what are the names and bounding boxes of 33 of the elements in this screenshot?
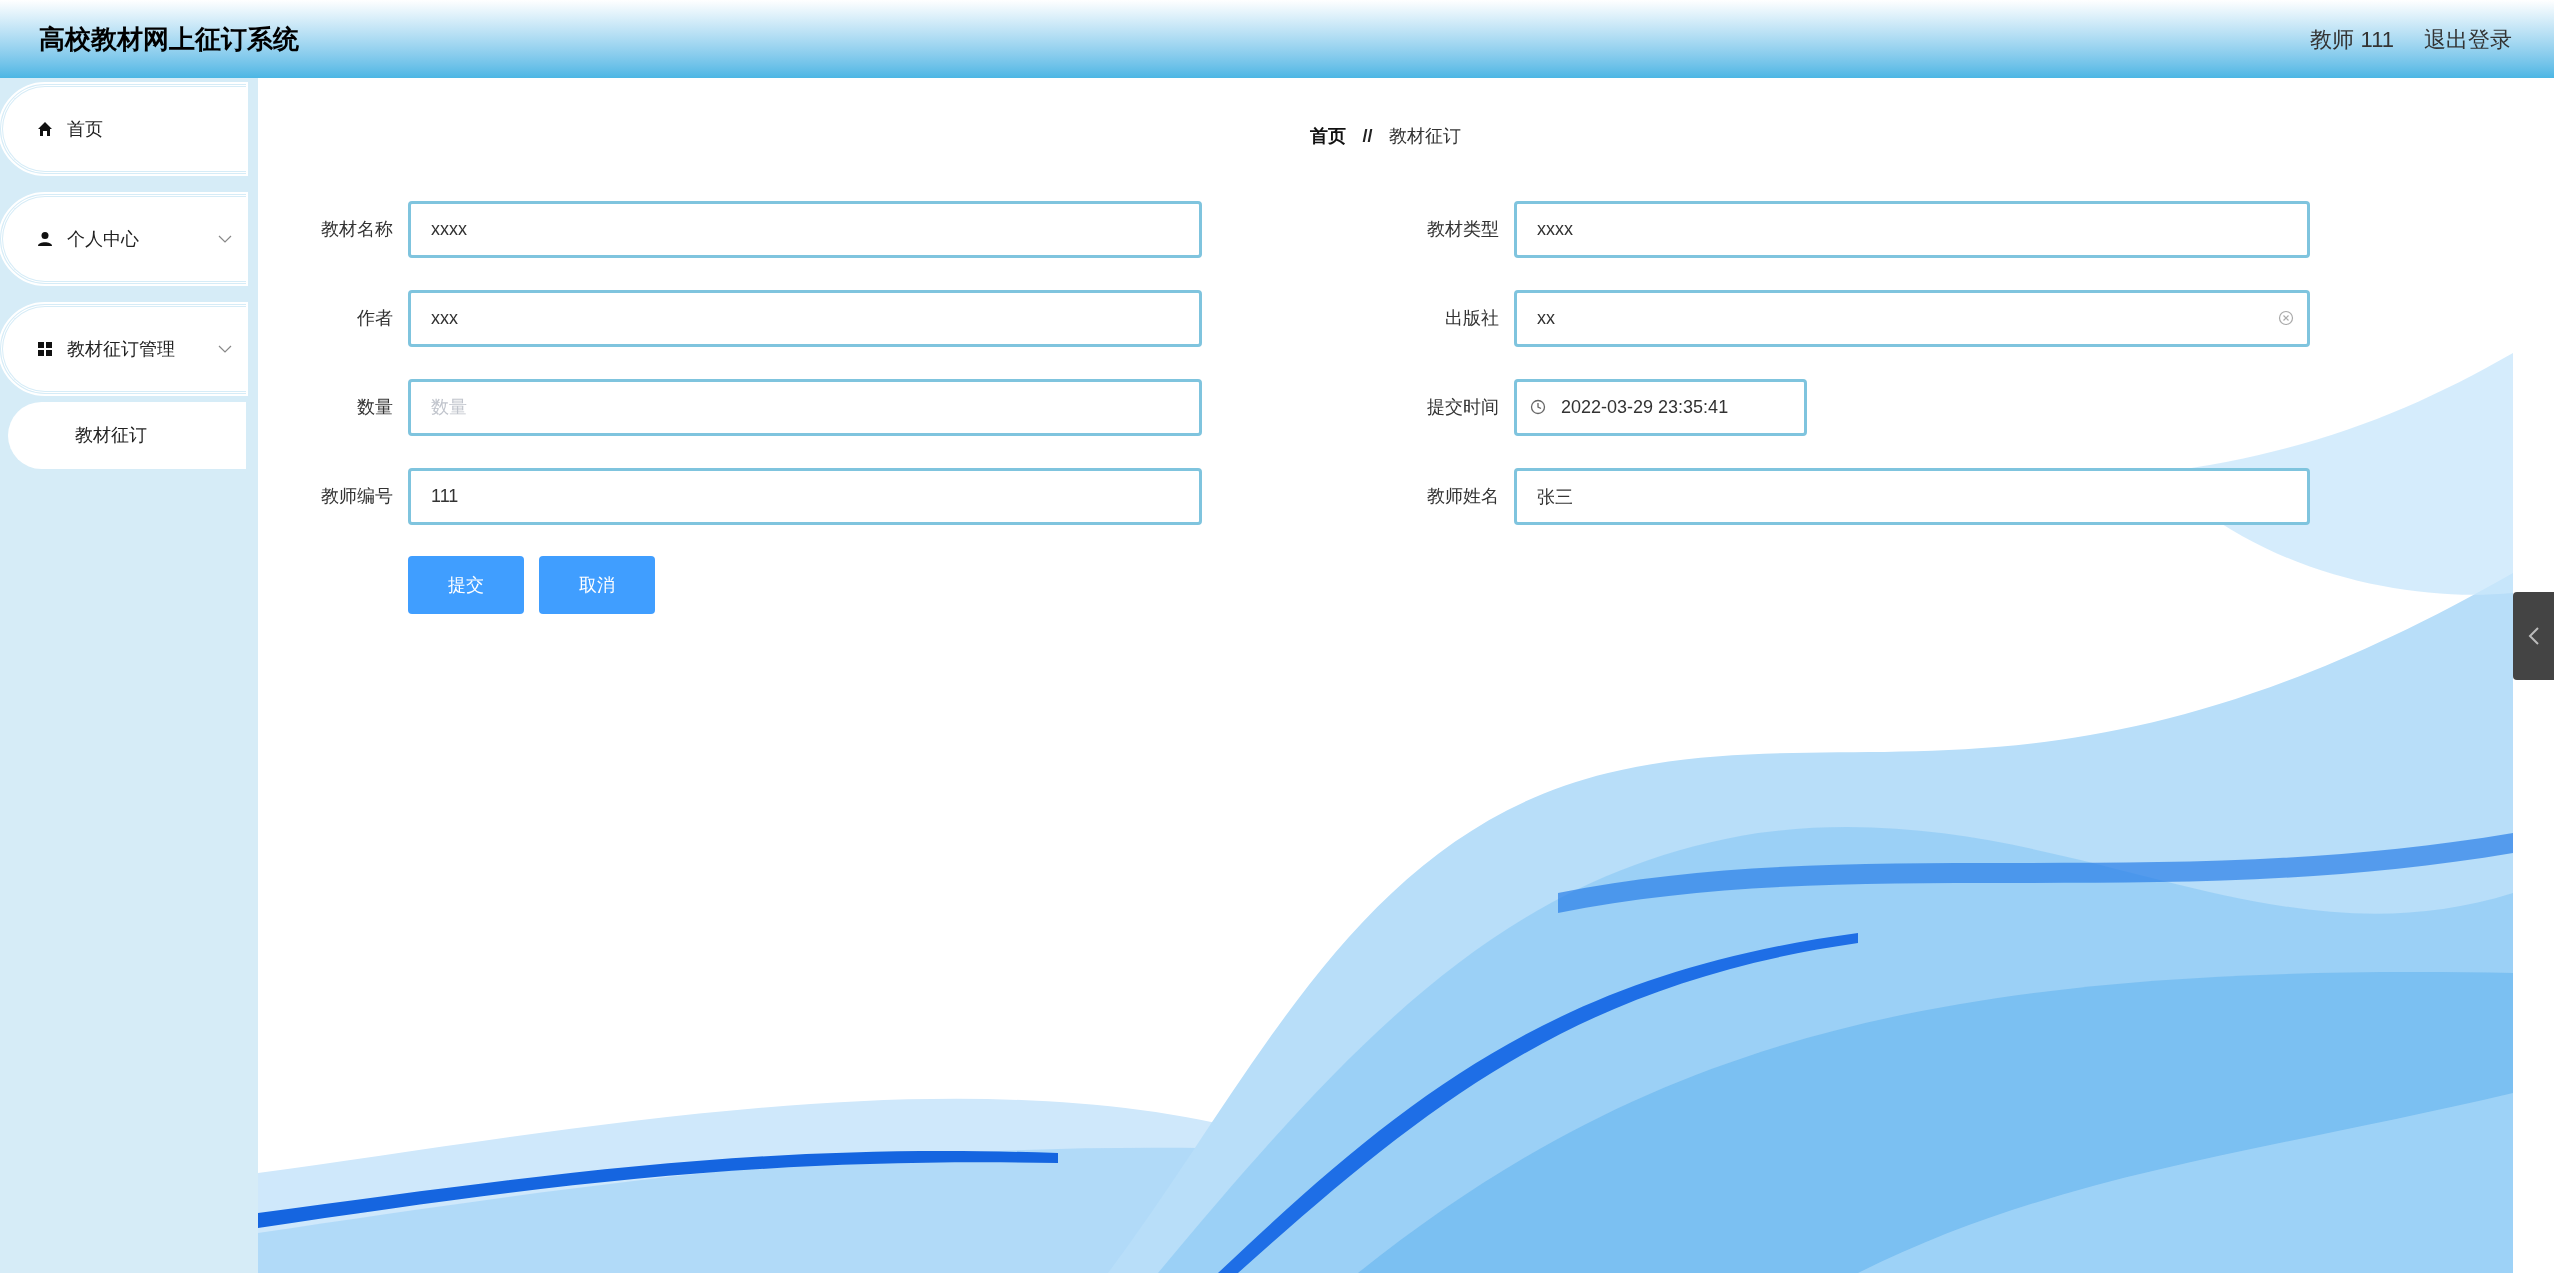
clock-icon	[1530, 399, 1546, 415]
user-icon	[37, 231, 53, 247]
sidebar-item[interactable]: 首页	[0, 84, 246, 174]
input-field[interactable]: 张三	[1514, 468, 2310, 525]
breadcrumb-item[interactable]: 首页	[1310, 123, 1347, 150]
logout-link[interactable]: 退出登录	[2424, 22, 2512, 56]
clear-icon[interactable]	[2278, 310, 2294, 326]
input-field[interactable]: xx	[1514, 290, 2310, 347]
breadcrumb-separator: //	[1361, 125, 1374, 148]
breadcrumb-item[interactable]: 教材征订	[1388, 123, 1461, 150]
sidebar-item[interactable]: 个人中心	[0, 194, 246, 284]
sidebar-item[interactable]: 教材征订管理	[0, 304, 246, 394]
input-field[interactable]: xxx	[408, 290, 1202, 347]
app-title: 高校教材网上征订系统	[39, 22, 299, 56]
field-label: 作者	[356, 307, 393, 330]
field-label: 教材名称	[320, 218, 393, 241]
field-label: 教师编号	[320, 485, 393, 508]
input-field[interactable]: xxxx	[408, 201, 1202, 258]
input-field[interactable]: 数量	[408, 379, 1202, 436]
home-icon	[37, 121, 53, 137]
grid-icon	[37, 341, 53, 357]
field-label: 出版社	[1444, 307, 1499, 330]
datetime-field[interactable]: 2022-03-29 23:35:41	[1514, 379, 1807, 436]
field-label: 数量	[356, 396, 393, 419]
collapse-tab[interactable]	[2513, 592, 2554, 680]
input-field[interactable]: xxxx	[1514, 201, 2310, 258]
field-label: 教师姓名	[1426, 485, 1499, 508]
sidebar-subitem[interactable]: 教材征订	[8, 402, 246, 469]
chevron-left-icon	[2527, 626, 2540, 646]
field-label: 教材类型	[1426, 218, 1499, 241]
user-name: 教师 111	[2310, 25, 2394, 54]
input-field[interactable]: 111	[408, 468, 1202, 525]
field-label: 提交时间	[1426, 396, 1499, 419]
